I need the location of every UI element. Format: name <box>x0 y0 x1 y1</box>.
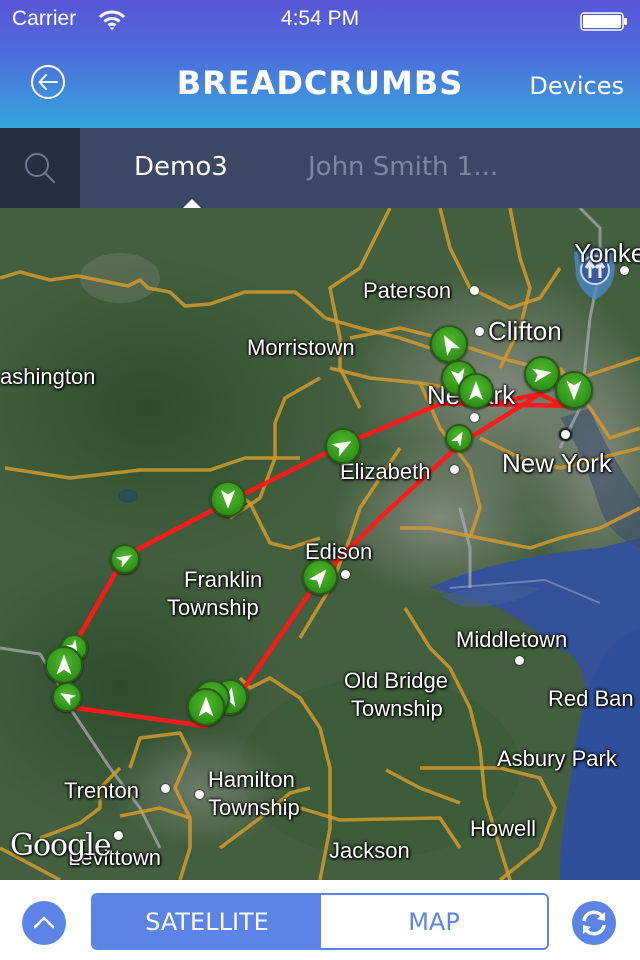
place-dot-clifton <box>475 327 484 336</box>
place-dot-trenton <box>161 784 170 793</box>
map-label-new-york: New York <box>502 448 612 478</box>
direction-arrow-icon <box>220 490 236 509</box>
place-dot-paterson <box>470 286 479 295</box>
map-label-clifton: Clifton <box>488 316 562 346</box>
map-label-yonkers: Yonke <box>574 238 640 268</box>
map-label-red-bank: Red Ban <box>548 686 634 711</box>
place-dot-elizabeth <box>450 465 459 474</box>
map-label-morristown: Morristown <box>247 335 355 360</box>
map-label-franklin-township: Township <box>167 595 259 620</box>
map-segment[interactable]: MAP <box>321 895 547 948</box>
map-type-segmented-control: SATELLITE MAP <box>91 893 549 950</box>
direction-arrow-icon <box>451 431 463 447</box>
direction-arrow-icon <box>566 380 582 401</box>
breadcrumb-marker[interactable] <box>458 373 494 409</box>
direction-arrow-icon <box>331 441 352 457</box>
expand-up-button[interactable] <box>22 901 66 945</box>
direction-arrow-icon <box>56 654 72 675</box>
direction-arrow-icon <box>468 381 484 400</box>
breadcrumb-marker[interactable] <box>430 325 468 363</box>
place-dot-hamilton <box>195 790 204 799</box>
google-attribution: Google <box>10 828 112 863</box>
clock: 4:54 PM <box>280 7 360 30</box>
satellite-segment[interactable]: SATELLITE <box>93 895 321 948</box>
map-label-howell: Howell <box>470 816 537 841</box>
direction-arrow-icon <box>308 569 327 589</box>
map-label-middletown: Middletown <box>456 627 568 652</box>
map-label-hamilton-township: Township <box>208 795 300 820</box>
refresh-button[interactable] <box>572 901 616 945</box>
map-label-trenton: Trenton <box>64 778 140 803</box>
map-label-hamilton: Hamilton <box>208 767 295 792</box>
place-dot-levittown <box>114 831 123 840</box>
direction-arrow-icon <box>532 368 552 383</box>
direction-arrow-icon <box>443 335 461 356</box>
breadcrumb-marker[interactable] <box>325 428 361 464</box>
direction-arrow-icon <box>198 696 214 717</box>
tab-demo3[interactable]: Demo3 <box>134 152 228 182</box>
status-bar: Carrier 4:54 PM <box>0 0 640 40</box>
map-label-old-bridge-township: Township <box>351 696 443 721</box>
search-icon <box>25 153 55 183</box>
bottom-toolbar: SATELLITE MAP <box>0 880 640 960</box>
chevron-up-icon <box>33 916 55 929</box>
map-label-jackson: Jackson <box>329 838 410 863</box>
refresh-icon <box>582 910 606 936</box>
place-dot-edison <box>341 570 350 579</box>
direction-arrow-icon <box>60 693 77 706</box>
map-label-washington: ashington <box>0 364 96 389</box>
breadcrumb-marker[interactable] <box>52 682 82 712</box>
breadcrumb-marker[interactable] <box>555 371 593 409</box>
place-dot-new-york <box>559 428 572 441</box>
place-dot-newark <box>470 413 479 422</box>
breadcrumb-marker[interactable] <box>187 688 225 726</box>
map-label-elizabeth: Elizabeth <box>340 459 431 484</box>
map-label-franklin: Franklin <box>184 567 263 592</box>
breadcrumb-marker[interactable] <box>45 646 83 684</box>
breadcrumb-marker[interactable] <box>110 544 140 574</box>
direction-arrow-icon <box>115 555 132 568</box>
breadcrumb-marker[interactable] <box>302 559 338 595</box>
place-dot-middletown <box>515 656 524 665</box>
nav-bar: BREADCRUMBS Devices <box>0 40 640 128</box>
breadcrumb-marker[interactable] <box>210 481 246 517</box>
active-tab-indicator <box>183 199 201 208</box>
breadcrumb-marker[interactable] <box>445 424 473 452</box>
header: Carrier 4:54 PM BREADCRUMBS Devices <box>0 0 640 128</box>
tab-john-smith[interactable]: John Smith 1... <box>308 152 498 182</box>
search-button[interactable] <box>0 128 80 208</box>
battery-icon <box>580 12 627 31</box>
map-label-paterson: Paterson <box>363 278 452 303</box>
devices-button[interactable]: Devices <box>529 72 624 100</box>
device-tab-bar: Demo3 John Smith 1... <box>0 128 640 208</box>
map-label-old-bridge: Old Bridge <box>344 668 448 693</box>
map-label-asbury-park: Asbury Park <box>497 746 617 771</box>
map-view[interactable]: Paterson Clifton Yonke Morristown ashing… <box>0 208 640 880</box>
